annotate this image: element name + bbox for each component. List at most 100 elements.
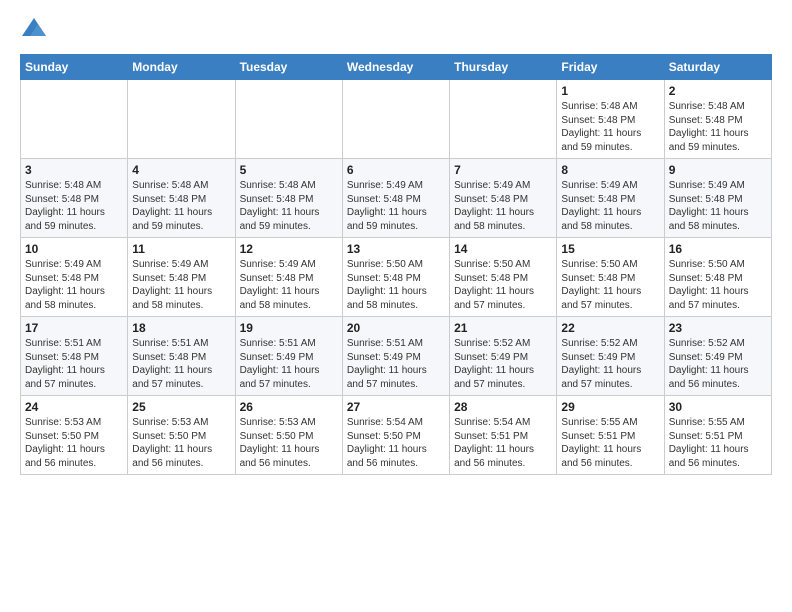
day-number: 22 — [561, 321, 659, 335]
calendar-week-1: 1Sunrise: 5:48 AMSunset: 5:48 PMDaylight… — [21, 80, 772, 159]
day-number: 18 — [132, 321, 230, 335]
logo-icon — [20, 16, 48, 44]
day-info: Sunrise: 5:53 AMSunset: 5:50 PMDaylight:… — [240, 416, 338, 470]
calendar-cell: 4 Sunrise: 5:48 AMSunset: 5:48 PMDaylight… — [128, 159, 235, 238]
calendar-cell — [128, 80, 235, 159]
day-number: 14 — [454, 242, 552, 256]
calendar-cell: 10 Sunrise: 5:49 AMSunset: 5:48 PMDayligh… — [21, 238, 128, 317]
day-number: 11 — [132, 242, 230, 256]
day-number: 3 — [25, 163, 123, 177]
day-number: 19 — [240, 321, 338, 335]
day-number: 20 — [347, 321, 445, 335]
weekday-header-saturday: Saturday — [664, 55, 771, 80]
day-number: 28 — [454, 400, 552, 414]
calendar-cell: 22 Sunrise: 5:52 AMSunset: 5:49 PMDayligh… — [557, 317, 664, 396]
header — [20, 16, 772, 44]
day-info: Sunrise: 5:50 AMSunset: 5:48 PMDaylight:… — [561, 258, 659, 312]
calendar-cell: 6 Sunrise: 5:49 AMSunset: 5:48 PMDaylight… — [342, 159, 449, 238]
day-info: Sunrise: 5:53 AMSunset: 5:50 PMDaylight:… — [25, 416, 123, 470]
calendar-table: SundayMondayTuesdayWednesdayThursdayFrid… — [20, 54, 772, 475]
day-info: Sunrise: 5:49 AMSunset: 5:48 PMDaylight:… — [669, 179, 767, 233]
calendar-week-4: 17 Sunrise: 5:51 AMSunset: 5:48 PMDayligh… — [21, 317, 772, 396]
day-info: Sunrise: 5:52 AMSunset: 5:49 PMDaylight:… — [561, 337, 659, 391]
calendar-cell: 5 Sunrise: 5:48 AMSunset: 5:48 PMDaylight… — [235, 159, 342, 238]
calendar-cell: 23 Sunrise: 5:52 AMSunset: 5:49 PMDayligh… — [664, 317, 771, 396]
calendar-cell: 3 Sunrise: 5:48 AMSunset: 5:48 PMDaylight… — [21, 159, 128, 238]
calendar-cell: 18 Sunrise: 5:51 AMSunset: 5:48 PMDayligh… — [128, 317, 235, 396]
calendar-cell: 30 Sunrise: 5:55 AMSunset: 5:51 PMDayligh… — [664, 396, 771, 475]
day-number: 1 — [561, 84, 659, 98]
day-number: 13 — [347, 242, 445, 256]
calendar-cell — [235, 80, 342, 159]
calendar-cell — [21, 80, 128, 159]
calendar-cell: 24 Sunrise: 5:53 AMSunset: 5:50 PMDayligh… — [21, 396, 128, 475]
calendar-cell: 9 Sunrise: 5:49 AMSunset: 5:48 PMDaylight… — [664, 159, 771, 238]
calendar-cell: 21 Sunrise: 5:52 AMSunset: 5:49 PMDayligh… — [450, 317, 557, 396]
weekday-header-thursday: Thursday — [450, 55, 557, 80]
day-info: Sunrise: 5:52 AMSunset: 5:49 PMDaylight:… — [454, 337, 552, 391]
day-number: 5 — [240, 163, 338, 177]
calendar-cell: 7 Sunrise: 5:49 AMSunset: 5:48 PMDaylight… — [450, 159, 557, 238]
calendar-cell: 16Sunrise: 5:50 AMSunset: 5:48 PMDayligh… — [664, 238, 771, 317]
day-info: Sunrise: 5:55 AMSunset: 5:51 PMDaylight:… — [669, 416, 767, 470]
calendar-cell: 8Sunrise: 5:49 AMSunset: 5:48 PMDaylight… — [557, 159, 664, 238]
calendar-cell: 20 Sunrise: 5:51 AMSunset: 5:49 PMDayligh… — [342, 317, 449, 396]
calendar-week-3: 10 Sunrise: 5:49 AMSunset: 5:48 PMDayligh… — [21, 238, 772, 317]
day-info: Sunrise: 5:48 AMSunset: 5:48 PMDaylight:… — [25, 179, 123, 233]
day-info: Sunrise: 5:51 AMSunset: 5:48 PMDaylight:… — [132, 337, 230, 391]
day-info: Sunrise: 5:55 AMSunset: 5:51 PMDaylight:… — [561, 416, 659, 470]
day-number: 23 — [669, 321, 767, 335]
day-info: Sunrise: 5:51 AMSunset: 5:48 PMDaylight:… — [25, 337, 123, 391]
calendar-cell: 15 Sunrise: 5:50 AMSunset: 5:48 PMDayligh… — [557, 238, 664, 317]
day-number: 7 — [454, 163, 552, 177]
day-info: Sunrise: 5:50 AMSunset: 5:48 PMDaylight:… — [347, 258, 445, 312]
day-info: Sunrise: 5:54 AMSunset: 5:50 PMDaylight:… — [347, 416, 445, 470]
calendar-cell: 1Sunrise: 5:48 AMSunset: 5:48 PMDaylight… — [557, 80, 664, 159]
weekday-header-row: SundayMondayTuesdayWednesdayThursdayFrid… — [21, 55, 772, 80]
calendar-cell — [450, 80, 557, 159]
calendar-cell: 14Sunrise: 5:50 AMSunset: 5:48 PMDayligh… — [450, 238, 557, 317]
day-number: 17 — [25, 321, 123, 335]
day-info: Sunrise: 5:49 AMSunset: 5:48 PMDaylight:… — [132, 258, 230, 312]
calendar-cell: 2Sunrise: 5:48 AMSunset: 5:48 PMDaylight… — [664, 80, 771, 159]
weekday-header-tuesday: Tuesday — [235, 55, 342, 80]
day-info: Sunrise: 5:49 AMSunset: 5:48 PMDaylight:… — [25, 258, 123, 312]
day-info: Sunrise: 5:49 AMSunset: 5:48 PMDaylight:… — [454, 179, 552, 233]
calendar-cell — [342, 80, 449, 159]
calendar-cell: 28Sunrise: 5:54 AMSunset: 5:51 PMDayligh… — [450, 396, 557, 475]
day-number: 12 — [240, 242, 338, 256]
day-number: 4 — [132, 163, 230, 177]
day-info: Sunrise: 5:48 AMSunset: 5:48 PMDaylight:… — [240, 179, 338, 233]
day-number: 21 — [454, 321, 552, 335]
calendar-cell: 29 Sunrise: 5:55 AMSunset: 5:51 PMDayligh… — [557, 396, 664, 475]
calendar-cell: 17 Sunrise: 5:51 AMSunset: 5:48 PMDayligh… — [21, 317, 128, 396]
weekday-header-friday: Friday — [557, 55, 664, 80]
weekday-header-monday: Monday — [128, 55, 235, 80]
calendar-cell: 26Sunrise: 5:53 AMSunset: 5:50 PMDayligh… — [235, 396, 342, 475]
day-number: 9 — [669, 163, 767, 177]
calendar-cell: 19 Sunrise: 5:51 AMSunset: 5:49 PMDayligh… — [235, 317, 342, 396]
day-number: 30 — [669, 400, 767, 414]
day-number: 25 — [132, 400, 230, 414]
calendar-cell: 27Sunrise: 5:54 AMSunset: 5:50 PMDayligh… — [342, 396, 449, 475]
logo — [20, 16, 52, 44]
day-info: Sunrise: 5:53 AMSunset: 5:50 PMDaylight:… — [132, 416, 230, 470]
calendar-cell: 25 Sunrise: 5:53 AMSunset: 5:50 PMDayligh… — [128, 396, 235, 475]
day-info: Sunrise: 5:51 AMSunset: 5:49 PMDaylight:… — [240, 337, 338, 391]
day-number: 6 — [347, 163, 445, 177]
day-info: Sunrise: 5:52 AMSunset: 5:49 PMDaylight:… — [669, 337, 767, 391]
day-info: Sunrise: 5:50 AMSunset: 5:48 PMDaylight:… — [669, 258, 767, 312]
day-number: 10 — [25, 242, 123, 256]
calendar-week-5: 24 Sunrise: 5:53 AMSunset: 5:50 PMDayligh… — [21, 396, 772, 475]
day-info: Sunrise: 5:51 AMSunset: 5:49 PMDaylight:… — [347, 337, 445, 391]
day-info: Sunrise: 5:49 AMSunset: 5:48 PMDaylight:… — [347, 179, 445, 233]
day-number: 29 — [561, 400, 659, 414]
day-number: 15 — [561, 242, 659, 256]
calendar-week-2: 3 Sunrise: 5:48 AMSunset: 5:48 PMDaylight… — [21, 159, 772, 238]
weekday-header-wednesday: Wednesday — [342, 55, 449, 80]
day-info: Sunrise: 5:48 AMSunset: 5:48 PMDaylight:… — [132, 179, 230, 233]
day-number: 2 — [669, 84, 767, 98]
day-number: 24 — [25, 400, 123, 414]
calendar-cell: 11 Sunrise: 5:49 AMSunset: 5:48 PMDayligh… — [128, 238, 235, 317]
calendar-cell: 13 Sunrise: 5:50 AMSunset: 5:48 PMDayligh… — [342, 238, 449, 317]
